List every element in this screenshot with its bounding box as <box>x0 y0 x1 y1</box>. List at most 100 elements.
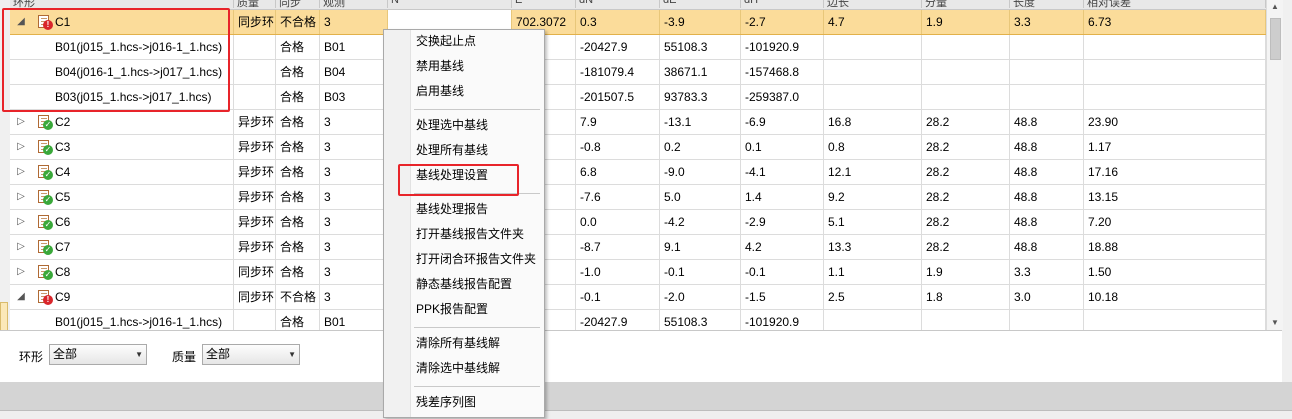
column-header[interactable]: E <box>512 0 576 8</box>
cell-v6 <box>922 35 1010 59</box>
cell-v6: 28.2 <box>922 160 1010 184</box>
expand-icon[interactable]: ▷ <box>14 210 28 234</box>
cell-v6: 28.2 <box>922 235 1010 259</box>
menu-item[interactable]: 交换起止点 <box>416 30 476 52</box>
column-header[interactable]: dN <box>576 0 660 8</box>
loop-name: C2 <box>55 115 71 129</box>
column-header[interactable]: 同步 <box>276 0 320 8</box>
cell-type <box>234 310 276 330</box>
cell-v7: 3.3 <box>1010 10 1084 34</box>
expand-icon[interactable]: ▷ <box>14 235 28 259</box>
column-header[interactable]: dE <box>660 0 741 8</box>
cell-quality: 合格 <box>276 60 320 84</box>
cell-name: ▷ ✓ C8 <box>10 260 234 284</box>
expand-icon[interactable]: ▷ <box>14 110 28 134</box>
baseline-name: B01(j015_1.hcs->j016-1_1.hcs) <box>55 315 223 329</box>
ring-filter-select[interactable]: 全部 ▼ <box>49 344 147 365</box>
column-header[interactable]: 边长 <box>824 0 922 8</box>
loop-ok-icon: ✓ <box>37 164 53 180</box>
cell-count: B01 <box>320 310 388 330</box>
menu-item[interactable]: 清除所有基线解 <box>416 332 500 354</box>
menu-item[interactable]: 清除选中基线解 <box>416 357 500 379</box>
loop-ok-icon: ✓ <box>37 239 53 255</box>
menu-item[interactable]: 打开闭合环报告文件夹 <box>416 248 536 270</box>
cell-count: 3 <box>320 210 388 234</box>
menu-item[interactable]: 静态基线报告配置 <box>416 273 512 295</box>
loop-row[interactable]: ▷✓C7异步环合格33089-8.79.14.213.328.248.818.8… <box>10 235 1266 260</box>
menu-item[interactable]: 禁用基线 <box>416 55 464 77</box>
expand-icon[interactable]: ▷ <box>14 135 28 159</box>
column-header[interactable]: N <box>388 0 512 8</box>
column-header[interactable]: 质量 <box>234 0 276 8</box>
cell-v4: 1.4 <box>741 185 824 209</box>
cell-v8: 17.16 <box>1084 160 1266 184</box>
cell-v2: -8.7 <box>576 235 660 259</box>
column-header[interactable]: dH <box>741 0 824 8</box>
cell-type: 同步环 <box>234 260 276 284</box>
scrollbar-thumb[interactable] <box>1270 18 1281 60</box>
cell-count: 3 <box>320 160 388 184</box>
column-header[interactable]: 相对误差 <box>1084 0 1266 8</box>
loop-row[interactable]: ▷✓C6异步环合格331300.0-4.2-2.95.128.248.87.20 <box>10 210 1266 235</box>
cell-v8: 1.50 <box>1084 260 1266 284</box>
loop-error-icon: ! <box>37 289 53 305</box>
loop-ok-icon: ✓ <box>37 264 53 280</box>
collapse-icon[interactable]: ◢ <box>14 285 28 309</box>
cell-v7 <box>1010 35 1084 59</box>
cell-v7 <box>1010 85 1084 109</box>
menu-item[interactable]: 残差序列图 <box>416 391 476 413</box>
menu-separator <box>414 386 540 387</box>
cell-quality: 合格 <box>276 260 320 284</box>
column-header[interactable]: 环形 <box>10 0 234 8</box>
cell-quality: 合格 <box>276 35 320 59</box>
expand-icon[interactable]: ▷ <box>14 185 28 209</box>
cell-v6: 28.2 <box>922 110 1010 134</box>
menu-item[interactable]: 处理选中基线 <box>416 114 488 136</box>
cell-v2: 0.3 <box>576 10 660 34</box>
loop-ok-icon: ✓ <box>37 139 53 155</box>
menu-item[interactable]: 打开基线报告文件夹 <box>416 223 524 245</box>
filter-panel: 环形 全部 ▼ 质量 全部 ▼ <box>0 330 1282 384</box>
cell-v5: 1.1 <box>824 260 922 284</box>
scroll-up-icon[interactable]: ▲ <box>1267 0 1283 14</box>
column-header[interactable]: 分量 <box>922 0 1010 8</box>
loop-row[interactable]: ▷✓C8同步环合格33127-1.0-0.1-0.11.11.93.31.50 <box>10 260 1266 285</box>
expand-icon[interactable]: ▷ <box>14 160 28 184</box>
vertical-scrollbar[interactable]: ▲ ▼ <box>1266 0 1283 330</box>
menu-item[interactable]: 基线处理报告 <box>416 198 488 220</box>
cell-v3: -3.9 <box>660 10 741 34</box>
cell-v2: -0.1 <box>576 285 660 309</box>
scroll-down-icon[interactable]: ▼ <box>1267 316 1283 330</box>
loop-row[interactable]: ▷✓C3异步环合格33069-0.80.20.10.828.248.81.17 <box>10 135 1266 160</box>
quality-filter-value: 全部 <box>206 347 231 361</box>
cell-v4: -4.1 <box>741 160 824 184</box>
column-header[interactable]: 观测 <box>320 0 388 8</box>
menu-item[interactable]: 启用基线 <box>416 80 464 102</box>
cell-v8: 23.90 <box>1084 110 1266 134</box>
cell-v3: 0.2 <box>660 135 741 159</box>
column-header[interactable]: 长度 <box>1010 0 1084 8</box>
expand-icon[interactable]: ▷ <box>14 260 28 284</box>
cell-v5 <box>824 60 922 84</box>
loop-row[interactable]: ▷✓C5异步环合格33093-7.65.01.49.228.248.813.15 <box>10 185 1266 210</box>
cell-v2: -181079.4 <box>576 60 660 84</box>
loop-row[interactable]: ▷✓C2异步环合格331107.9-13.1-6.916.828.248.823… <box>10 110 1266 135</box>
cell-v4: -6.9 <box>741 110 824 134</box>
loop-row[interactable]: ▷✓C4异步环合格331066.8-9.0-4.112.128.248.817.… <box>10 160 1266 185</box>
cell-v8: 10.18 <box>1084 285 1266 309</box>
status-strip <box>0 382 1292 419</box>
cell-count: B04 <box>320 60 388 84</box>
loop-row[interactable]: ◢!C9同步环不合格32380-0.1-2.0-1.52.51.83.010.1… <box>10 285 1266 310</box>
cell-v7: 48.8 <box>1010 135 1084 159</box>
cell-v5: 13.3 <box>824 235 922 259</box>
cell-v5 <box>824 310 922 330</box>
cell-v7: 48.8 <box>1010 235 1084 259</box>
menu-item[interactable]: 处理所有基线 <box>416 139 488 161</box>
cell-v2: 0.0 <box>576 210 660 234</box>
cell-v8 <box>1084 310 1266 330</box>
cell-v3: -13.1 <box>660 110 741 134</box>
quality-filter-select[interactable]: 全部 ▼ <box>202 344 300 365</box>
menu-item[interactable]: PPK报告配置 <box>416 298 488 320</box>
cell-name: ▷ ✓ C5 <box>10 185 234 209</box>
baseline-row[interactable]: B01(j015_1.hcs->j016-1_1.hcs)合格B016524-2… <box>10 310 1266 330</box>
